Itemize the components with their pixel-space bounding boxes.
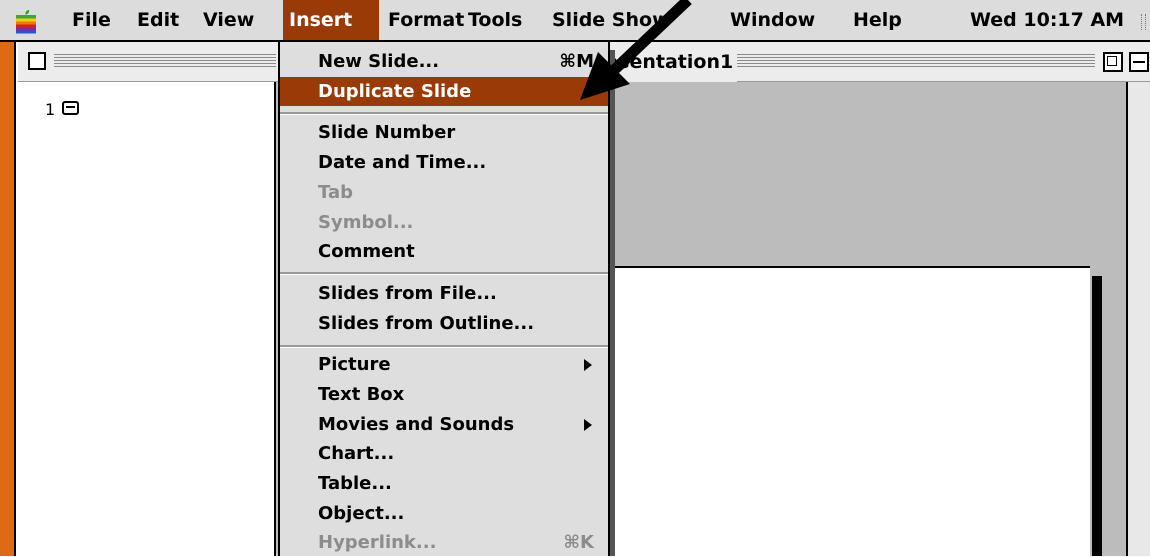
menu-item-movies-and-sounds[interactable]: Movies and Sounds: [280, 410, 608, 439]
slide-shadow: [1092, 276, 1102, 556]
menu-separator: [280, 112, 608, 115]
vertical-scrollbar[interactable]: [1126, 82, 1150, 556]
menu-slide-show[interactable]: Slide Show: [546, 0, 676, 40]
collapse-box-icon[interactable]: [1129, 52, 1149, 72]
menu-item-slide-number[interactable]: Slide Number: [280, 118, 608, 147]
menu-view[interactable]: View: [197, 0, 260, 40]
menu-item-duplicate-slide[interactable]: Duplicate Slide: [280, 77, 608, 106]
menu-item-table[interactable]: Table...: [280, 469, 608, 498]
menu-item-new-slide[interactable]: New Slide... ⌘M: [280, 47, 608, 76]
menu-item-object[interactable]: Object...: [280, 499, 608, 528]
menu-item-label: Date and Time...: [318, 152, 487, 173]
menu-item-label: Chart...: [318, 443, 395, 464]
slide-number: 1: [45, 100, 56, 119]
zoom-box-icon[interactable]: [1103, 52, 1123, 72]
menu-item-label: Slides from File...: [318, 283, 497, 304]
menu-separator: [280, 345, 608, 348]
slide-icon[interactable]: [62, 101, 79, 115]
menu-item-label: Object...: [318, 503, 405, 524]
outline-pane[interactable]: [19, 82, 276, 556]
menu-item-comment[interactable]: Comment: [280, 237, 608, 266]
submenu-arrow-icon: [584, 419, 592, 431]
menu-item-text-box[interactable]: Text Box: [280, 380, 608, 409]
menu-item-label: Slides from Outline...: [318, 313, 535, 334]
apple-icon[interactable]: [14, 8, 38, 34]
menu-item-slides-from-outline[interactable]: Slides from Outline...: [280, 309, 608, 338]
menu-bar-divider: [1141, 14, 1146, 30]
menu-bar: File Edit View Insert Format Tools Slide…: [0, 0, 1150, 42]
menu-item-date-and-time[interactable]: Date and Time...: [280, 148, 608, 177]
menu-item-label: Symbol...: [318, 212, 414, 233]
menu-separator: [280, 272, 608, 275]
menu-item-slides-from-file[interactable]: Slides from File...: [280, 279, 608, 308]
menu-item-chart[interactable]: Chart...: [280, 439, 608, 468]
menu-item-label: Comment: [318, 241, 415, 262]
menu-item-tab: Tab: [280, 178, 608, 207]
menu-item-label: Text Box: [318, 384, 405, 405]
close-box-icon[interactable]: [28, 52, 46, 70]
menu-edit[interactable]: Edit: [131, 0, 185, 40]
slide-canvas[interactable]: [540, 266, 1090, 556]
menu-item-picture[interactable]: Picture: [280, 350, 608, 379]
menu-item-hyperlink: Hyperlink... ⌘K: [280, 528, 608, 557]
menu-item-symbol: Symbol...: [280, 208, 608, 237]
menu-item-label: Slide Number: [318, 122, 456, 143]
menu-bar-clock[interactable]: Wed 10:17 AM: [970, 0, 1124, 40]
shortcut-label: ⌘K: [563, 532, 594, 553]
submenu-arrow-icon: [584, 359, 592, 371]
title-bar-stripes: [54, 54, 276, 69]
menu-format[interactable]: Format: [382, 0, 470, 40]
menu-item-label: New Slide...: [318, 51, 440, 72]
menu-window[interactable]: Window: [724, 0, 821, 40]
menu-item-label: Table...: [318, 473, 392, 494]
menu-item-label: Hyperlink...: [318, 532, 437, 553]
menu-item-label: Duplicate Slide: [318, 81, 472, 102]
menu-tools[interactable]: Tools: [462, 0, 528, 40]
menu-help[interactable]: Help: [847, 0, 908, 40]
menu-item-label: Picture: [318, 354, 391, 375]
shortcut-label: ⌘M: [559, 51, 594, 72]
insert-menu: New Slide... ⌘M Duplicate Slide Slide Nu…: [278, 42, 615, 557]
menu-item-label: Tab: [318, 182, 353, 203]
menu-insert[interactable]: Insert: [283, 0, 379, 40]
menu-file[interactable]: File: [66, 0, 117, 40]
menu-item-label: Movies and Sounds: [318, 414, 515, 435]
